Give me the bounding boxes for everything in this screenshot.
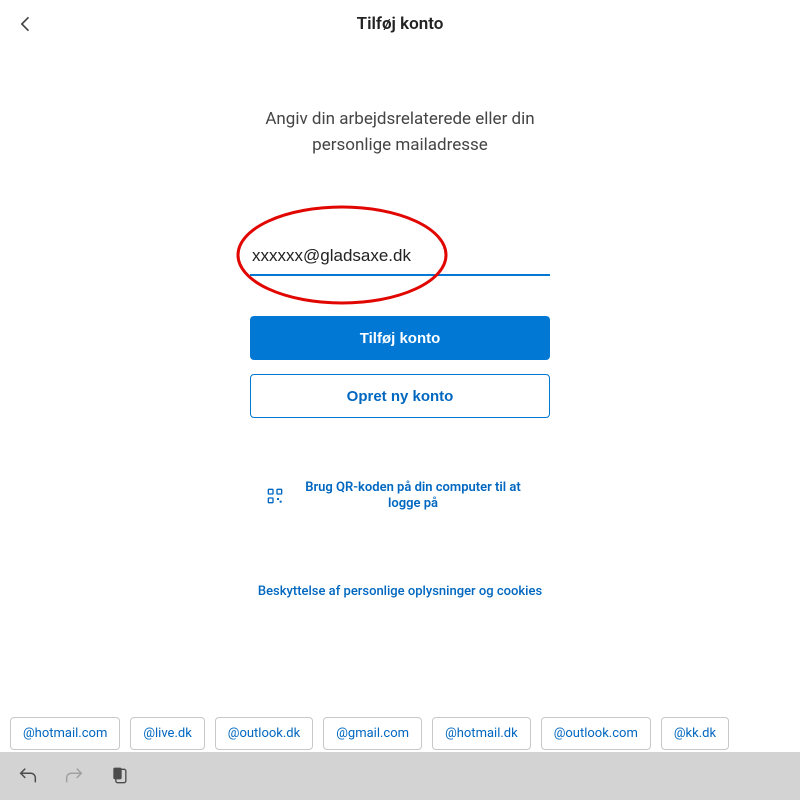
undo-button[interactable] [16, 764, 40, 788]
qr-login-text: Brug QR-koden på din computer til at log… [293, 480, 533, 512]
qr-login-link[interactable]: Brug QR-koden på din computer til at log… [0, 480, 800, 512]
domain-chip[interactable]: @hotmail.dk [432, 717, 531, 750]
clipboard-icon [110, 766, 130, 786]
add-account-button[interactable]: Tilføj konto [250, 316, 550, 360]
qr-code-icon [267, 488, 283, 504]
back-button[interactable] [14, 12, 38, 36]
keyboard-toolbar [0, 752, 800, 800]
instructions-line1: Angiv din arbejdsrelaterede eller din [0, 106, 800, 132]
email-input-zone [250, 242, 550, 276]
domain-chip[interactable]: @gmail.com [323, 717, 422, 750]
instructions: Angiv din arbejdsrelaterede eller din pe… [0, 106, 800, 158]
page-title: Tilføj konto [357, 14, 444, 34]
email-input[interactable] [250, 242, 550, 276]
domain-chip[interactable]: @hotmail.com [10, 717, 120, 750]
clipboard-button[interactable] [108, 764, 132, 788]
create-account-button[interactable]: Opret ny konto [250, 374, 550, 418]
undo-icon [17, 765, 39, 787]
redo-icon [63, 765, 85, 787]
domain-chip[interactable]: @outlook.com [541, 717, 651, 750]
privacy-link[interactable]: Beskyttelse af personlige oplysninger og… [0, 584, 800, 599]
domain-chip[interactable]: @live.dk [130, 717, 204, 750]
header: Tilføj konto [0, 0, 800, 48]
chevron-left-icon [16, 14, 36, 34]
domain-chip[interactable]: @kk.dk [661, 717, 729, 750]
button-column: Tilføj konto Opret ny konto [250, 316, 550, 418]
redo-button[interactable] [62, 764, 86, 788]
instructions-line2: personlige mailadresse [0, 132, 800, 158]
email-domain-suggestions: @hotmail.com @live.dk @outlook.dk @gmail… [0, 717, 800, 750]
domain-chip[interactable]: @outlook.dk [215, 717, 313, 750]
main-content: Angiv din arbejdsrelaterede eller din pe… [0, 106, 800, 599]
